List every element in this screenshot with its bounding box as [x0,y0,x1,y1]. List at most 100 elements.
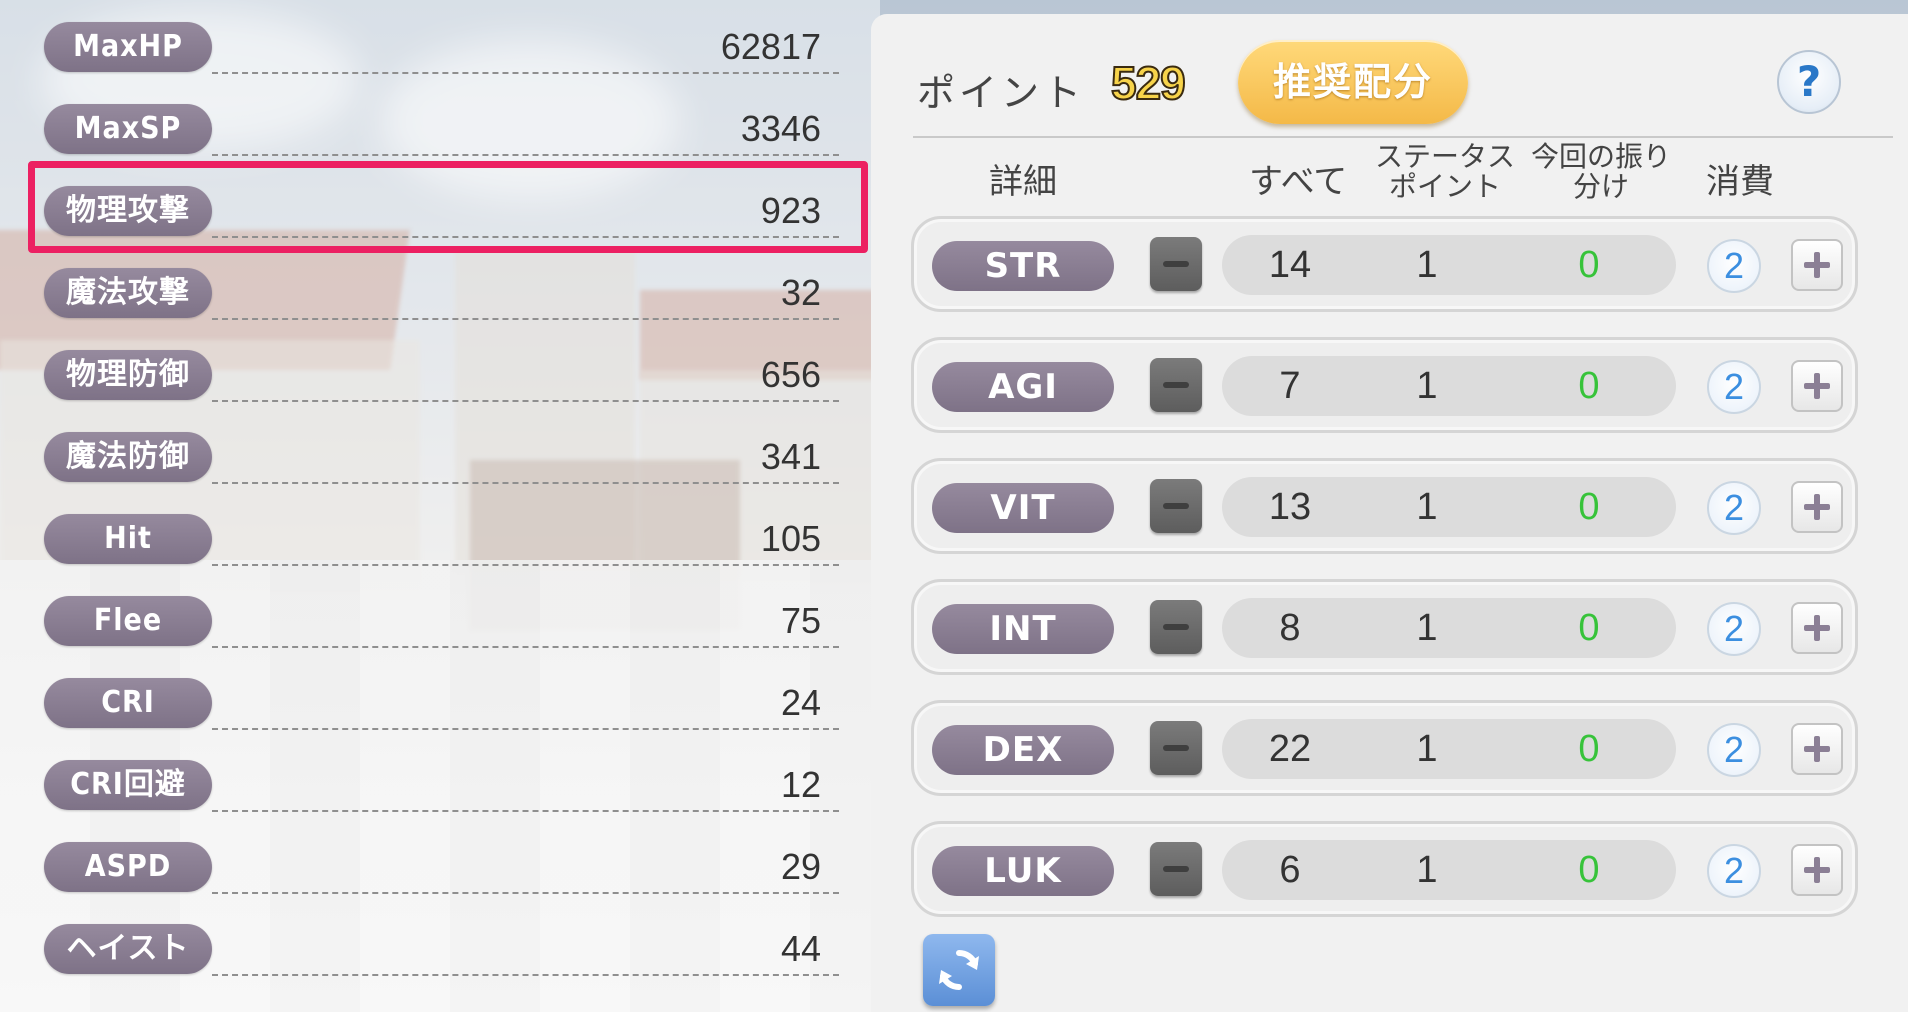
dotted-divider [212,810,839,812]
plus-icon[interactable] [1791,239,1843,291]
stat-value: 44 [780,928,821,969]
stat-label: CRI回避 [44,760,212,810]
value-allocated: 0 [1578,244,1600,286]
status-allocation-panel: ポイント 529 推奨配分 ? 詳細 すべて ステータス ポイント 今回の振り … [871,14,1908,1012]
plus-icon[interactable] [1791,481,1843,533]
value-status-points: 1 [1416,365,1438,407]
attribute-label: LUK [932,846,1114,896]
stat-label: ヘイスト [44,924,212,974]
question-icon[interactable]: ? [1777,50,1841,114]
attribute-label: STR [932,241,1114,291]
attribute-label: VIT [932,483,1114,533]
cost-value: 2 [1707,602,1761,656]
stat-row-magic-defense: 魔法防御 341 [44,432,839,484]
minus-icon[interactable] [1150,721,1202,775]
value-all: 7 [1279,365,1301,407]
stat-row-aspd: ASPD 29 [44,842,839,894]
value-allocated: 0 [1578,728,1600,770]
value-track: 13 1 0 [1222,477,1676,537]
value-status-points: 1 [1416,244,1438,286]
stat-value: 29 [780,846,821,887]
stat-value: 923 [760,190,821,231]
plus-icon[interactable] [1791,602,1843,654]
minus-bar [1163,503,1189,509]
plus-bar-v [1814,252,1820,278]
recommended-allocation-button[interactable]: 推奨配分 [1238,40,1468,124]
minus-bar [1163,261,1189,267]
cost-value: 2 [1707,844,1761,898]
header-line: ステータス [1374,140,1515,173]
plus-icon[interactable] [1791,723,1843,775]
column-header-this-time: 今回の振り 分け [1521,142,1681,202]
refresh-icon-graphic [939,949,979,991]
stat-label: Hit [44,514,212,564]
value-track: 7 1 0 [1222,356,1676,416]
attribute-row-agi: AGI 7 1 0 2 [911,337,1858,433]
stat-row-maxhp: MaxHP 62817 [44,22,839,74]
plus-bar-v [1814,736,1820,762]
cost-value: 2 [1707,360,1761,414]
stat-row-cri-evasion: CRI回避 12 [44,760,839,812]
stat-value: 32 [780,272,821,313]
stat-label: ASPD [44,842,212,892]
minus-icon[interactable] [1150,479,1202,533]
stat-value: 24 [780,682,821,723]
dotted-divider [212,728,839,730]
stat-value: 75 [780,600,821,641]
stat-value: 656 [760,354,821,395]
stat-row-hit: Hit 105 [44,514,839,566]
value-all: 14 [1268,244,1312,286]
plus-icon[interactable] [1791,844,1843,896]
value-all: 6 [1279,849,1301,891]
points-label: ポイント [917,71,1086,115]
value-all: 13 [1268,486,1312,528]
dotted-divider [212,318,839,320]
value-all: 8 [1279,607,1301,649]
column-header-all: すべて [1249,162,1348,202]
stat-label: MaxSP [44,104,212,154]
stat-row-haste: ヘイスト 44 [44,924,839,976]
column-header-cost: 消費 [1706,162,1774,202]
cost-value: 2 [1707,723,1761,777]
minus-bar [1163,866,1189,872]
plus-icon[interactable] [1791,360,1843,412]
header-line: 分け [1572,170,1629,203]
stat-label: Flee [44,596,212,646]
stat-row-physical-defense: 物理防御 656 [44,350,839,402]
header-line: ポイント [1388,170,1501,203]
refresh-icon[interactable] [923,934,995,1006]
stat-label: CRI [44,678,212,728]
cost-value: 2 [1707,481,1761,535]
attribute-label: DEX [932,725,1114,775]
stat-row-magic-attack: 魔法攻撃 32 [44,268,839,320]
stat-label: 魔法攻撃 [44,268,212,318]
minus-bar [1163,745,1189,751]
minus-icon[interactable] [1150,842,1202,896]
stat-label: 物理防御 [44,350,212,400]
stat-row-cri: CRI 24 [44,678,839,730]
attribute-row-dex: DEX 22 1 0 2 [911,700,1858,796]
value-status-points: 1 [1416,728,1438,770]
points-value: 529 [1110,56,1187,110]
dotted-divider [212,564,839,566]
minus-icon[interactable] [1150,600,1202,654]
plus-bar-v [1814,857,1820,883]
dotted-divider [212,72,839,74]
stat-value: 62817 [720,26,821,67]
dotted-divider [212,482,839,484]
stat-label: MaxHP [44,22,212,72]
header-divider [913,136,1893,138]
stat-label: 物理攻撃 [44,186,212,236]
value-allocated: 0 [1578,486,1600,528]
dotted-divider [212,892,839,894]
stat-value: 105 [760,518,821,559]
stat-value: 12 [780,764,821,805]
minus-bar [1163,624,1189,630]
value-track: 6 1 0 [1222,840,1676,900]
value-allocated: 0 [1578,365,1600,407]
plus-bar-v [1814,615,1820,641]
value-allocated: 0 [1578,607,1600,649]
minus-icon[interactable] [1150,358,1202,412]
header-line: 今回の振り [1530,140,1671,173]
minus-icon[interactable] [1150,237,1202,291]
